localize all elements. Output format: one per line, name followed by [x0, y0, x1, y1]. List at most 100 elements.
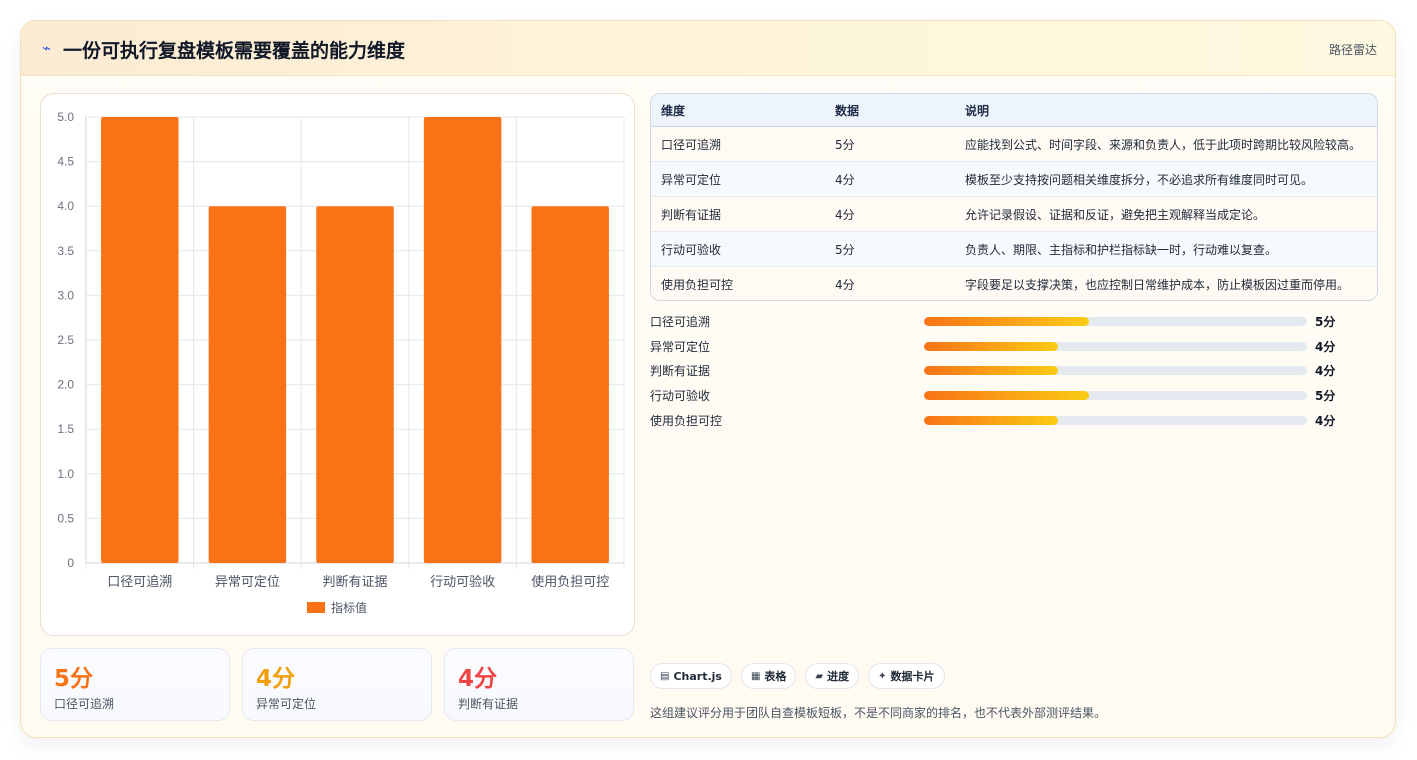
- progress-track: [924, 391, 1307, 400]
- sparkle-icon: ✦: [878, 670, 887, 682]
- cell-score: 4分: [825, 161, 955, 197]
- chip-progress[interactable]: ▰ 进度: [805, 663, 860, 689]
- x-tick-label: 异常可定位: [215, 574, 280, 589]
- y-tick-label: 5.0: [57, 110, 74, 124]
- progress-label: 口径可追溯: [650, 315, 711, 329]
- progress-fill: [924, 416, 1059, 425]
- chip-label: 数据卡片: [890, 670, 935, 683]
- stat-label: 口径可追溯: [54, 697, 115, 711]
- cell-description: 允许记录假设、证据和反证，避免把主观解释当成定论。: [955, 196, 1377, 232]
- progress-value: 4分: [1315, 364, 1336, 378]
- column-header-dimension: 维度: [651, 94, 825, 127]
- stat-card: 4分 异常可定位: [242, 648, 432, 721]
- header-tag: 路径雷达: [1328, 43, 1377, 57]
- progress-label: 使用负担可控: [650, 414, 723, 428]
- stat-label: 判断有证据: [458, 697, 519, 711]
- x-tick-label: 使用负担可控: [531, 574, 609, 589]
- progress-track: [924, 416, 1307, 425]
- progress-track: [924, 342, 1307, 351]
- x-tick-label: 行动可验收: [430, 574, 495, 589]
- footnote: 这组建议评分用于团队自查模板短板，不是不同商家的排名，也不代表外部测评结果。: [650, 706, 1107, 720]
- y-tick-label: 1.5: [57, 422, 74, 436]
- progress-value: 5分: [1315, 389, 1336, 403]
- bar: [208, 206, 287, 563]
- cell-dimension: 行动可验收: [651, 231, 825, 267]
- chip-chartjs[interactable]: ▤ Chart.js: [650, 663, 732, 689]
- legend-label: 指标值: [331, 601, 368, 615]
- chip-label: 进度: [827, 670, 850, 683]
- stat-value: 5分: [54, 666, 94, 692]
- bar-chart: 0 0.5 1.0 1.5 2.0 2.5 3.0 3.5 4.0 4.5 5.0 口径可追溯 异常可定…: [57, 110, 625, 589]
- column-header-description: 说明: [955, 94, 1377, 127]
- x-tick-label: 口径可追溯: [107, 574, 172, 589]
- progress-icon: ▰: [815, 670, 824, 682]
- cell-dimension: 异常可定位: [651, 161, 825, 197]
- progress-value: 4分: [1315, 340, 1336, 354]
- main-card: ⌁ 一份可执行复盘模板需要覆盖的能力维度 路径雷达 0 0.5 1.0 1.5 2.0 2…: [20, 20, 1396, 738]
- y-tick-label: 4.5: [57, 155, 74, 169]
- table-row: 判断有证据 4分 允许记录假设、证据和反证，避免把主观解释当成定论。: [651, 196, 1377, 232]
- progress-row: 使用负担可控 4分: [650, 412, 1378, 428]
- y-tick-label: 3.5: [57, 244, 74, 258]
- x-tick-label: 判断有证据: [322, 574, 387, 589]
- progress-fill: [924, 317, 1089, 326]
- bar: [531, 206, 609, 563]
- cell-description: 字段要足以支撑决策，也应控制日常维护成本，防止模板因过重而停用。: [955, 266, 1377, 300]
- table-row: 口径可追溯 5分 应能找到公式、时间字段、来源和负责人，低于此项时跨期比较风险较…: [651, 126, 1377, 162]
- progress-row: 口径可追溯 5分: [650, 313, 1378, 329]
- progress-row: 判断有证据 4分: [650, 362, 1378, 378]
- table-row: 使用负担可控 4分 字段要足以支撑决策，也应控制日常维护成本，防止模板因过重而停…: [651, 266, 1377, 300]
- progress-track: [924, 366, 1307, 375]
- y-tick-label: 0: [67, 556, 74, 570]
- cell-score: 4分: [825, 196, 955, 232]
- y-tick-label: 2.5: [57, 333, 74, 347]
- y-tick-label: 3.0: [57, 288, 74, 302]
- progress-track: [924, 317, 1307, 326]
- table-row: 行动可验收 5分 负责人、期限、主指标和护栏指标缺一时，行动难以复查。: [651, 231, 1377, 267]
- legend-swatch: [307, 602, 325, 613]
- cell-description: 负责人、期限、主指标和护栏指标缺一时，行动难以复查。: [955, 231, 1377, 267]
- chart-icon: ▤: [660, 670, 670, 682]
- bar: [423, 117, 502, 563]
- cell-description: 模板至少支持按问题相关维度拆分，不必追求所有维度同时可见。: [955, 161, 1377, 197]
- card-header: ⌁ 一份可执行复盘模板需要覆盖的能力维度 路径雷达: [21, 21, 1395, 76]
- y-tick-label: 1.0: [57, 467, 74, 481]
- y-tick-label: 4.0: [57, 199, 74, 213]
- lightning-icon: ⌁: [42, 39, 52, 57]
- bar-chart-panel: 0 0.5 1.0 1.5 2.0 2.5 3.0 3.5 4.0 4.5 5.0 口径可追溯 异常可定…: [40, 93, 635, 636]
- cell-dimension: 使用负担可控: [651, 266, 825, 300]
- cell-score: 5分: [825, 231, 955, 267]
- cell-dimension: 口径可追溯: [651, 126, 825, 162]
- cell-score: 5分: [825, 126, 955, 162]
- chip-label: 表格: [764, 670, 787, 683]
- stat-card: 5分 口径可追溯: [40, 648, 230, 721]
- y-tick-label: 2.0: [57, 378, 74, 392]
- bar: [316, 206, 394, 563]
- chart-legend[interactable]: 指标值: [307, 599, 367, 616]
- stat-value: 4分: [256, 666, 296, 692]
- table-icon: ▦: [750, 670, 761, 682]
- progress-fill: [924, 366, 1059, 375]
- progress-value: 4分: [1315, 414, 1336, 428]
- progress-label: 异常可定位: [650, 340, 711, 354]
- table-row: 异常可定位 4分 模板至少支持按问题相关维度拆分，不必追求所有维度同时可见。: [651, 161, 1377, 197]
- progress-fill: [924, 342, 1059, 351]
- bar: [101, 117, 179, 563]
- chip-data-card[interactable]: ✦ 数据卡片: [868, 663, 945, 689]
- progress-fill: [924, 391, 1089, 400]
- progress-label: 判断有证据: [650, 364, 711, 378]
- cell-dimension: 判断有证据: [651, 196, 825, 232]
- cell-description: 应能找到公式、时间字段、来源和负责人，低于此项时跨期比较风险较高。: [955, 126, 1377, 162]
- chip-table[interactable]: ▦ 表格: [740, 663, 797, 689]
- dimension-table: 维度 数据 说明 口径可追溯 5分 应能找到公式、时间字段、来源和负责人，低于此…: [650, 93, 1378, 301]
- chip-label: Chart.js: [673, 669, 722, 683]
- progress-row: 行动可验收 5分: [650, 387, 1378, 403]
- progress-row: 异常可定位 4分: [650, 338, 1378, 354]
- page-title: 一份可执行复盘模板需要覆盖的能力维度: [63, 40, 406, 62]
- y-tick-label: 0.5: [57, 511, 74, 525]
- cell-score: 4分: [825, 266, 955, 300]
- stat-card: 4分 判断有证据: [444, 648, 634, 721]
- column-header-data: 数据: [825, 94, 955, 127]
- progress-value: 5分: [1315, 315, 1336, 329]
- stat-label: 异常可定位: [256, 697, 317, 711]
